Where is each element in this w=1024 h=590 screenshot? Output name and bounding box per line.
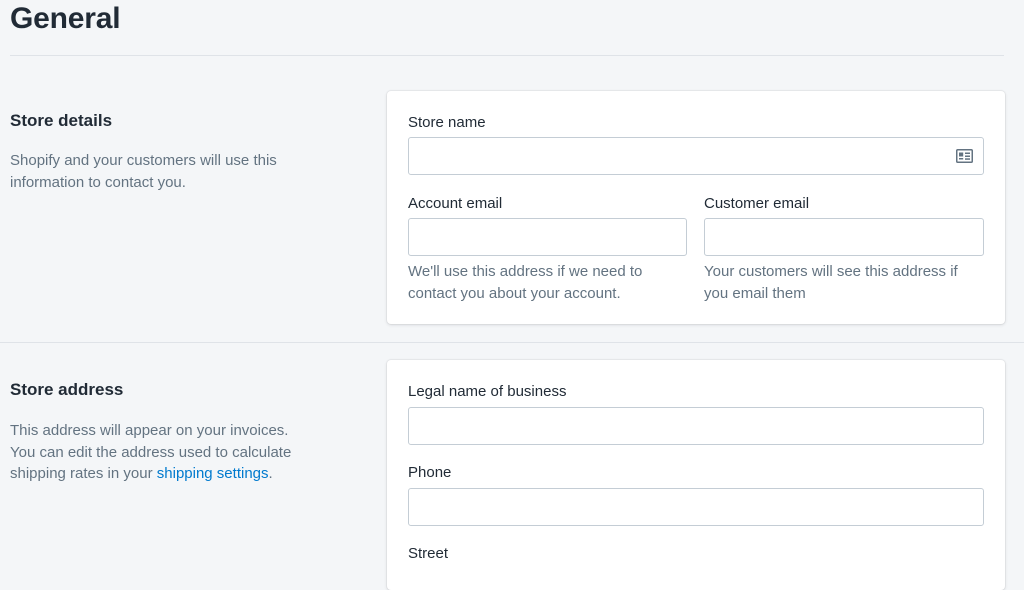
store-details-heading: Store details	[10, 111, 113, 130]
store-name-field-wrap	[408, 137, 984, 175]
phone-input[interactable]	[408, 488, 984, 526]
store-address-description: This address will appear on your invoice…	[10, 420, 310, 485]
customer-email-help: Your customers will see this address if …	[704, 263, 958, 302]
page-title: General	[10, 2, 121, 35]
legal-name-label: Legal name of business	[408, 383, 567, 400]
store-name-input[interactable]	[408, 137, 984, 175]
title-divider	[10, 55, 1004, 56]
account-email-input[interactable]	[408, 218, 687, 256]
phone-label: Phone	[408, 464, 452, 481]
store-name-label: Store name	[408, 114, 486, 131]
store-address-description-end: .	[268, 465, 273, 482]
store-address-heading: Store address	[10, 380, 124, 399]
shipping-settings-link[interactable]: shipping settings	[157, 465, 269, 482]
customer-email-input[interactable]	[704, 218, 984, 256]
section-divider	[0, 342, 1024, 343]
customer-email-label: Customer email	[704, 195, 810, 212]
store-address-card: Legal name of business Phone Street	[387, 360, 1005, 590]
account-email-label: Account email	[408, 195, 503, 212]
contact-card-icon[interactable]	[956, 149, 973, 163]
store-details-card: Store name Account email We'll use this …	[387, 91, 1005, 324]
account-email-help: We'll use this address if we need to con…	[408, 263, 643, 302]
store-details-description: Shopify and your customers will use this…	[10, 152, 277, 191]
street-label: Street	[408, 545, 449, 562]
legal-name-input[interactable]	[408, 407, 984, 445]
